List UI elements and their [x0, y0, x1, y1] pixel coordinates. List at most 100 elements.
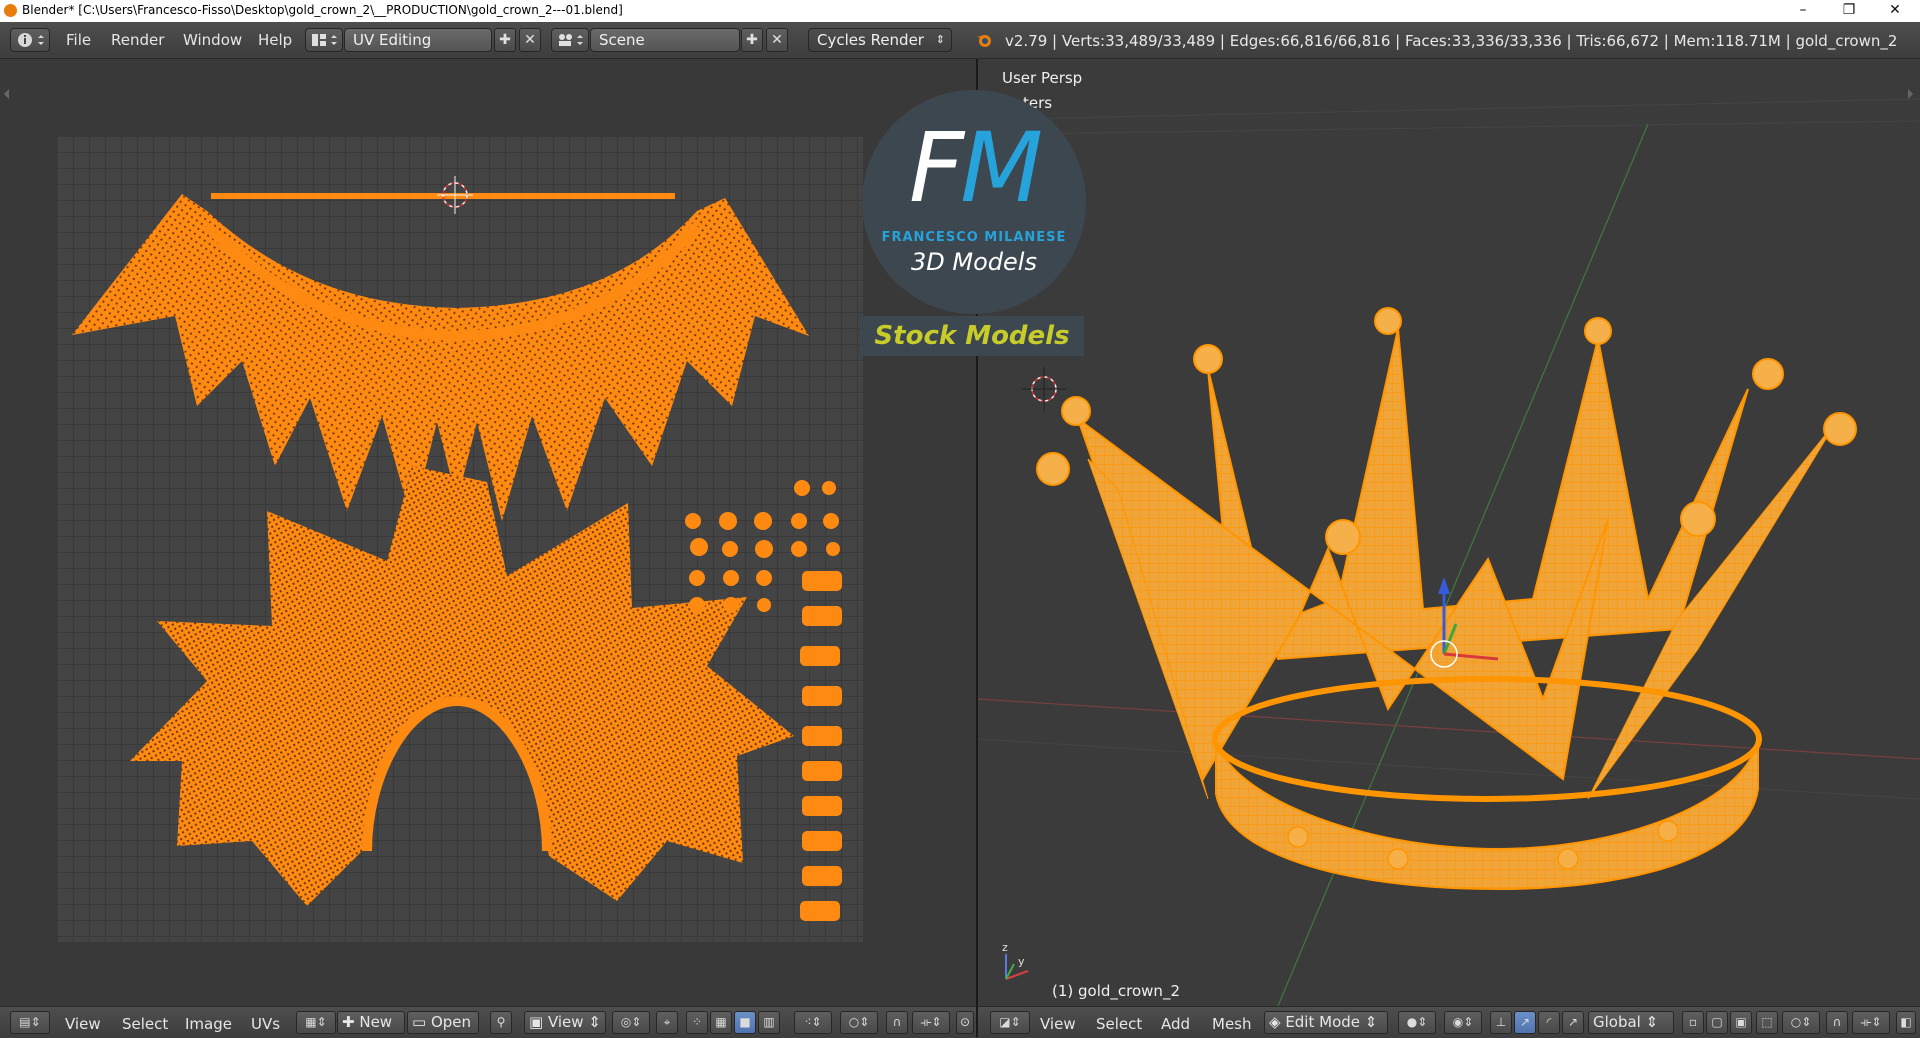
edge-mode-icon: ▦: [715, 1015, 727, 1029]
delete-scene-button[interactable]: ✕: [766, 28, 788, 52]
view-mode-label: View: [547, 1013, 584, 1031]
uv-menu-uvs[interactable]: UVs: [251, 1015, 280, 1033]
window-title: Blender* [C:\Users\Francesco-Fisso\Deskt…: [22, 3, 623, 17]
transform-orientation-select[interactable]: Global ⇕: [1588, 1011, 1674, 1034]
blender-logo-icon: [4, 4, 17, 17]
delete-layout-button[interactable]: ✕: [519, 28, 541, 52]
snap-3d-button[interactable]: ∩: [1826, 1011, 1848, 1034]
viewport-scene: z y: [978, 98, 1920, 1006]
uv-crown-band-island[interactable]: [72, 194, 809, 521]
editor-type-info-button[interactable]: [10, 28, 50, 52]
logo-monogram: FM: [862, 120, 1086, 216]
vertex-mode-icon: ⁘: [691, 1015, 703, 1029]
scene-statistics: v2.79 | Verts:33,489/33,489 | Edges:66,8…: [1005, 32, 1898, 50]
interaction-mode-select[interactable]: ◈ Edit Mode ⇕: [1264, 1011, 1388, 1034]
vertex-select-icon: ▫: [1688, 1015, 1698, 1029]
face-select-3d-button[interactable]: ▣: [1730, 1011, 1752, 1034]
sync-selection-button[interactable]: ⌖: [656, 1011, 678, 1034]
proportional-edit-button[interactable]: ○⇕: [840, 1011, 878, 1034]
scale-manipulator-button[interactable]: ↗: [1562, 1011, 1584, 1034]
updown-arrow-icon: ⇕: [935, 33, 945, 46]
add-scene-button[interactable]: ✚: [741, 28, 763, 52]
snap-magnet-icon: ∩: [1832, 1015, 1842, 1029]
image-browse-icon: ▦⇕: [305, 1015, 327, 1029]
editor-type-3dview-button[interactable]: ◪⇕: [990, 1011, 1030, 1034]
add-layout-button[interactable]: ✚: [494, 28, 516, 52]
pin-icon: ⚲: [496, 1015, 506, 1029]
vp-menu-select[interactable]: Select: [1096, 1015, 1142, 1033]
active-object-label: (1) gold_crown_2: [1052, 982, 1180, 1000]
vp-menu-mesh[interactable]: Mesh: [1212, 1015, 1252, 1033]
menu-render[interactable]: Render: [111, 31, 164, 49]
vp-menu-add[interactable]: Add: [1161, 1015, 1190, 1033]
proportional-edit-3d-button[interactable]: ○⇕: [1782, 1011, 1820, 1034]
island-select-mode-button[interactable]: ▥: [758, 1011, 780, 1034]
menu-window[interactable]: Window: [183, 31, 242, 49]
camera-icon: ◧: [1900, 1015, 1912, 1029]
uv-editor-footer: ▤⇕ View Select Image UVs ▦⇕ ✚ New ▭ Open…: [0, 1006, 976, 1038]
axis-gizmo-icon: z y: [1002, 941, 1029, 980]
plus-icon: ✚: [342, 1013, 360, 1031]
pivot-point-3d-button[interactable]: ◉⇕: [1444, 1011, 1482, 1034]
svg-text:y: y: [1018, 955, 1025, 968]
manipulator-toggle-button[interactable]: ⊥: [1490, 1011, 1512, 1034]
uv-menu-image[interactable]: Image: [185, 1015, 232, 1033]
pin-image-button[interactable]: ⚲: [490, 1011, 512, 1034]
active-object-button[interactable]: ⊙: [956, 1011, 974, 1034]
snap-button[interactable]: ∩: [886, 1011, 908, 1034]
edge-select-3d-button[interactable]: ▢: [1706, 1011, 1728, 1034]
viewport-footer: ◪⇕ View Select Add Mesh ◈ Edit Mode ⇕ ●⇕…: [978, 1006, 1920, 1038]
transform-orientation-label: Global: [1593, 1013, 1641, 1031]
vertex-select-3d-button[interactable]: ▫: [1682, 1011, 1704, 1034]
scene-icon: [559, 34, 583, 46]
toolshelf-toggle-arrow-icon[interactable]: [1908, 89, 1913, 99]
translate-manipulator-button[interactable]: ↗: [1514, 1011, 1536, 1034]
vp-menu-view[interactable]: View: [1040, 1015, 1076, 1033]
new-image-button[interactable]: ✚ New: [337, 1011, 405, 1034]
close-icon: ✕: [524, 32, 536, 48]
plus-icon: ✚: [746, 32, 758, 48]
viewport-shading-button[interactable]: ●⇕: [1398, 1011, 1436, 1034]
sticky-selection-button[interactable]: ⁖⇕: [794, 1011, 832, 1034]
uv-image-editor[interactable]: [0, 59, 976, 1006]
face-select-mode-button[interactable]: ■: [734, 1011, 756, 1034]
scene-select-button[interactable]: [551, 28, 589, 52]
snap-element-3d-button[interactable]: ⟛⇕: [1852, 1011, 1890, 1034]
browse-image-button[interactable]: ▦⇕: [296, 1011, 336, 1034]
vertex-select-mode-button[interactable]: ⁘: [686, 1011, 708, 1034]
face-select-icon: ▣: [1735, 1015, 1747, 1029]
minimize-button[interactable]: –: [1780, 0, 1826, 22]
screen-layout-field[interactable]: UV Editing: [344, 28, 492, 52]
face-mode-icon: ■: [739, 1015, 751, 1029]
scene-field[interactable]: Scene: [590, 28, 740, 52]
opengl-render-button[interactable]: ◧: [1896, 1011, 1916, 1034]
uv-menu-view[interactable]: View: [65, 1015, 101, 1033]
menu-help[interactable]: Help: [258, 31, 292, 49]
view-name-label: User Persp: [1002, 69, 1083, 87]
uv-crown-base-island[interactable]: [130, 466, 794, 906]
info-header: File Render Window Help UV Editing ✚ ✕ S…: [0, 22, 1920, 59]
uv-view-mode-select[interactable]: ▣ View ⇕: [524, 1011, 606, 1034]
3d-viewport[interactable]: z y User Persp ters (1) gold_crown_2: [978, 59, 1920, 1006]
pivot-icon: ◎⇕: [620, 1015, 642, 1029]
gold-crown-mesh[interactable]: [1036, 307, 1857, 891]
limit-selection-visible-button[interactable]: ⬚: [1756, 1011, 1778, 1034]
manipulator-icon: ⊥: [1495, 1015, 1507, 1029]
render-engine-select[interactable]: Cycles Render ⇕: [808, 28, 952, 52]
editor-type-image-button[interactable]: ▤⇕: [10, 1011, 50, 1034]
rotate-manipulator-button[interactable]: ◜: [1538, 1011, 1560, 1034]
uv-menu-select[interactable]: Select: [122, 1015, 168, 1033]
region-toggle-arrow-icon[interactable]: [4, 89, 9, 99]
stock-models-banner: Stock Models: [860, 316, 1084, 356]
menu-file[interactable]: File: [66, 31, 91, 49]
pivot-point-button[interactable]: ◎⇕: [612, 1011, 650, 1034]
snap-element-button[interactable]: ⟛⇕: [912, 1011, 950, 1034]
edge-select-mode-button[interactable]: ▦: [710, 1011, 732, 1034]
open-image-button[interactable]: ▭ Open: [407, 1011, 479, 1034]
restore-button[interactable]: ❐: [1826, 0, 1872, 22]
uv-islands[interactable]: [57, 136, 863, 942]
island-mode-icon: ▥: [763, 1015, 775, 1029]
screen-layout-button[interactable]: [305, 28, 343, 52]
object-icon: ⊙: [959, 1015, 971, 1029]
close-window-button[interactable]: ✕: [1872, 0, 1918, 22]
